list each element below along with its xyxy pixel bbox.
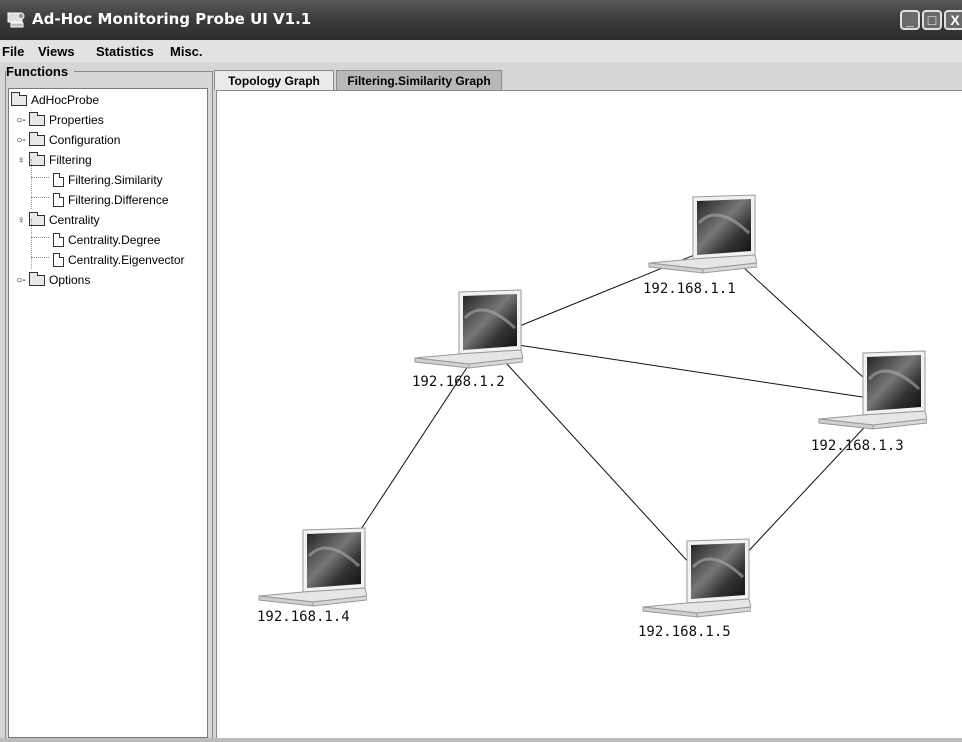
menu-file[interactable]: File bbox=[2, 44, 24, 59]
tree-item-filtering[interactable]: ♀ Filtering bbox=[15, 151, 92, 169]
graph-node-n3[interactable] bbox=[817, 349, 928, 440]
tree-connector-line bbox=[31, 257, 49, 258]
tree-item-label: Centrality bbox=[49, 213, 100, 227]
minimize-button[interactable]: _ bbox=[900, 10, 920, 30]
minimize-icon: _ bbox=[906, 12, 914, 28]
tree-item-label: AdHocProbe bbox=[31, 93, 100, 107]
folder-icon bbox=[11, 91, 27, 106]
tree-item-label: Filtering bbox=[49, 153, 92, 167]
graph-node-n4[interactable] bbox=[257, 526, 368, 617]
collapsed-handle-icon[interactable]: ○- bbox=[15, 275, 27, 286]
menu-misc[interactable]: Misc. bbox=[170, 44, 203, 59]
tree-item-centrality-degree[interactable]: Centrality.Degree bbox=[53, 231, 160, 249]
laptop-icon bbox=[648, 194, 758, 274]
menu-statistics[interactable]: Statistics bbox=[96, 44, 154, 59]
tree-connector-line bbox=[31, 197, 49, 198]
tree-item-adhocprobe[interactable]: AdHocProbe bbox=[11, 91, 99, 109]
graph-node-label: 192.168.1.4 bbox=[257, 609, 350, 625]
maximize-button[interactable]: □ bbox=[922, 10, 942, 30]
window-title: Ad-Hoc Monitoring Probe UI V1.1 bbox=[32, 10, 312, 28]
title-bar[interactable]: Ad-Hoc Monitoring Probe UI V1.1 _ □ X bbox=[0, 0, 962, 40]
tree-connector-line bbox=[31, 177, 49, 178]
graph-node-n1[interactable] bbox=[647, 193, 758, 284]
tree-item-options[interactable]: ○- Options bbox=[15, 271, 90, 289]
functions-title: Functions bbox=[6, 64, 75, 79]
tree-connector-line bbox=[31, 219, 32, 269]
graph-node-label: 192.168.1.3 bbox=[811, 438, 904, 454]
topology-graph-canvas[interactable]: 192.168.1.1 192.168.1.2 192.168.1.3 192.… bbox=[216, 90, 962, 739]
tree-item-properties[interactable]: ○- Properties bbox=[15, 111, 104, 129]
menu-bar: File Views Statistics Misc. bbox=[0, 40, 962, 62]
tree-item-label: Configuration bbox=[49, 133, 121, 147]
graph-node-n2[interactable] bbox=[413, 288, 524, 379]
laptop-icon bbox=[818, 350, 928, 430]
folder-icon bbox=[29, 111, 45, 126]
graph-node-label: 192.168.1.5 bbox=[638, 624, 731, 640]
expanded-handle-icon[interactable]: ♀ bbox=[15, 155, 27, 166]
graph-node-label: 192.168.1.2 bbox=[412, 374, 505, 390]
bottom-border bbox=[0, 738, 962, 742]
tab-filtering-similarity-graph[interactable]: Filtering.Similarity Graph bbox=[336, 70, 502, 90]
file-icon bbox=[53, 173, 64, 187]
tree-connector-line bbox=[31, 237, 49, 238]
laptop-icon bbox=[414, 289, 524, 369]
graph-node-n5[interactable] bbox=[641, 537, 752, 628]
tree-item-centrality-eigenvector[interactable]: Centrality.Eigenvector bbox=[53, 251, 185, 269]
collapsed-handle-icon[interactable]: ○- bbox=[15, 115, 27, 126]
folder-icon bbox=[29, 271, 45, 286]
close-icon: X bbox=[950, 12, 960, 28]
app-window: Ad-Hoc Monitoring Probe UI V1.1 _ □ X Fi… bbox=[0, 0, 962, 742]
tree-item-label: Properties bbox=[49, 113, 104, 127]
tree-item-filtering-similarity[interactable]: Filtering.Similarity bbox=[53, 171, 163, 189]
menu-views[interactable]: Views bbox=[38, 44, 75, 59]
tree-item-label: Filtering.Similarity bbox=[68, 173, 163, 187]
functions-tree[interactable]: AdHocProbe ○- Properties ○- Configuration ♀ Fi… bbox=[8, 88, 208, 738]
tree-item-centrality[interactable]: ♀ Centrality bbox=[15, 211, 100, 229]
file-icon bbox=[53, 253, 64, 267]
tree-item-filtering-difference[interactable]: Filtering.Difference bbox=[53, 191, 169, 209]
close-button[interactable]: X bbox=[944, 10, 962, 30]
file-icon bbox=[53, 233, 64, 247]
graph-node-label: 192.168.1.1 bbox=[643, 281, 736, 297]
laptop-icon bbox=[642, 538, 752, 618]
tab-strip: Topology Graph Filtering.Similarity Grap… bbox=[214, 62, 962, 90]
tree-item-label: Options bbox=[49, 273, 91, 287]
folder-icon bbox=[29, 131, 45, 146]
tree-item-label: Centrality.Degree bbox=[68, 233, 161, 247]
tree-item-configuration[interactable]: ○- Configuration bbox=[15, 131, 120, 149]
expanded-handle-icon[interactable]: ♀ bbox=[15, 215, 27, 226]
tab-topology-graph[interactable]: Topology Graph bbox=[214, 70, 334, 90]
collapsed-handle-icon[interactable]: ○- bbox=[15, 135, 27, 146]
file-icon bbox=[53, 193, 64, 207]
maximize-icon: □ bbox=[927, 12, 937, 28]
app-icon bbox=[7, 12, 25, 28]
laptop-icon bbox=[258, 527, 368, 607]
functions-panel: Functions AdHocProbe ○- Properties ○- Config… bbox=[0, 62, 214, 742]
tree-item-label: Filtering.Difference bbox=[68, 193, 169, 207]
tree-connector-line bbox=[31, 159, 32, 209]
tree-item-label: Centrality.Eigenvector bbox=[68, 253, 185, 267]
